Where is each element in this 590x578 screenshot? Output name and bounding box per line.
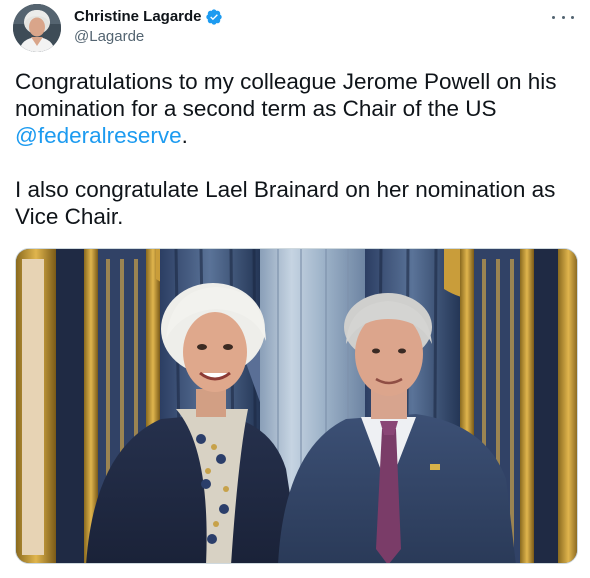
author-display-name[interactable]: Christine Lagarde [74, 8, 202, 26]
tweet-paragraph-1: Congratulations to my colleague Jerome P… [15, 68, 575, 149]
tweet-card[interactable]: Christine Lagarde @Lagarde Congratulatio… [0, 0, 590, 578]
mention-link[interactable]: @federalreserve [15, 123, 182, 148]
tweet-text: Congratulations to my colleague Jerome P… [15, 68, 575, 230]
more-options-icon[interactable] [552, 8, 574, 26]
tweet-paragraph-2: I also congratulate Lael Brainard on her… [15, 177, 556, 229]
tweet-photo[interactable] [15, 248, 578, 564]
photo-image [16, 249, 577, 563]
avatar-photo [13, 4, 61, 52]
tweet-text-part: . [181, 123, 188, 148]
author-avatar[interactable] [13, 4, 61, 52]
tweet-text-part: Congratulations to my colleague Jerome P… [15, 69, 557, 121]
verified-badge-icon [205, 8, 223, 26]
author-handle[interactable]: @Lagarde [74, 28, 144, 46]
